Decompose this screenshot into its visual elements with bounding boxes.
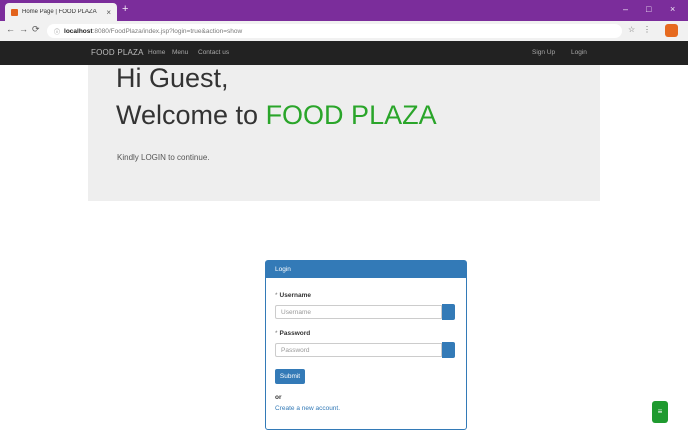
password-label-text: Password bbox=[279, 330, 311, 337]
floating-action-button[interactable]: ≡ bbox=[652, 401, 668, 423]
create-account-link[interactable]: Create a new account. bbox=[275, 405, 340, 412]
welcome-prefix: Welcome to bbox=[116, 100, 266, 130]
login-panel: Login * Username Username * Password Passw… bbox=[265, 260, 467, 430]
welcome-heading: Welcome to FOOD PLAZA bbox=[116, 100, 437, 131]
nav-link-signup[interactable]: Sign Up bbox=[532, 49, 555, 56]
site-navbar: FOOD PLAZA Home Menu Contact us Sign Up … bbox=[0, 41, 688, 65]
login-panel-heading: Login bbox=[266, 261, 466, 278]
nav-link-login[interactable]: Login bbox=[571, 49, 587, 56]
username-label: * Username bbox=[275, 292, 311, 299]
username-addon-icon bbox=[442, 304, 455, 320]
nav-link-contact[interactable]: Contact us bbox=[198, 49, 229, 56]
greeting-heading: Hi Guest, bbox=[116, 63, 229, 93]
username-group: Username bbox=[266, 304, 466, 320]
nav-link-home[interactable]: Home bbox=[148, 49, 165, 56]
login-prompt: Kindly LOGIN to continue. bbox=[117, 153, 210, 162]
reload-icon[interactable]: ⟳ bbox=[32, 24, 40, 35]
nav-link-menu[interactable]: Menu bbox=[172, 49, 188, 56]
welcome-brand: FOOD PLAZA bbox=[265, 100, 437, 130]
tab-close-icon[interactable]: × bbox=[106, 8, 111, 17]
submit-button[interactable]: Submit bbox=[275, 369, 305, 384]
password-label: * Password bbox=[275, 330, 310, 337]
favicon-icon bbox=[11, 8, 18, 16]
password-addon-icon bbox=[442, 342, 455, 358]
browser-tab[interactable]: Home Page | FOOD PLAZA × bbox=[5, 3, 117, 21]
browser-toolbar: ← → ⟳ ⓘ localhost :8080/FoodPlaza/index.… bbox=[0, 21, 688, 42]
back-icon[interactable]: ← bbox=[6, 24, 15, 34]
close-window-icon[interactable]: × bbox=[670, 4, 675, 14]
url-host: localhost bbox=[64, 27, 93, 35]
maximize-icon[interactable]: □ bbox=[646, 4, 651, 14]
new-tab-button[interactable]: + bbox=[122, 3, 128, 15]
or-text: or bbox=[275, 394, 282, 401]
profile-avatar[interactable] bbox=[665, 24, 678, 37]
password-group: Password bbox=[266, 342, 466, 358]
username-label-text: Username bbox=[279, 292, 311, 299]
minimize-icon[interactable]: – bbox=[623, 4, 628, 14]
menu-icon[interactable]: ⋮ bbox=[643, 25, 651, 34]
username-input[interactable]: Username bbox=[275, 305, 442, 319]
welcome-jumbotron: Hi Guest, Welcome to FOOD PLAZA Kindly L… bbox=[88, 63, 600, 201]
navbar-brand[interactable]: FOOD PLAZA bbox=[91, 48, 144, 57]
forward-icon[interactable]: → bbox=[19, 24, 28, 34]
password-input[interactable]: Password bbox=[275, 343, 442, 357]
required-marker: * bbox=[275, 330, 278, 337]
bookmark-star-icon[interactable]: ☆ bbox=[628, 25, 635, 34]
tab-title: Home Page | FOOD PLAZA bbox=[22, 9, 97, 15]
address-bar[interactable]: ⓘ localhost :8080/FoodPlaza/index.jsp?lo… bbox=[47, 24, 622, 38]
required-marker: * bbox=[275, 292, 278, 299]
browser-tab-bar: Home Page | FOOD PLAZA × + – □ × bbox=[0, 0, 688, 21]
url-path: :8080/FoodPlaza/index.jsp?login=true&act… bbox=[92, 27, 243, 35]
info-icon[interactable]: ⓘ bbox=[54, 27, 60, 36]
